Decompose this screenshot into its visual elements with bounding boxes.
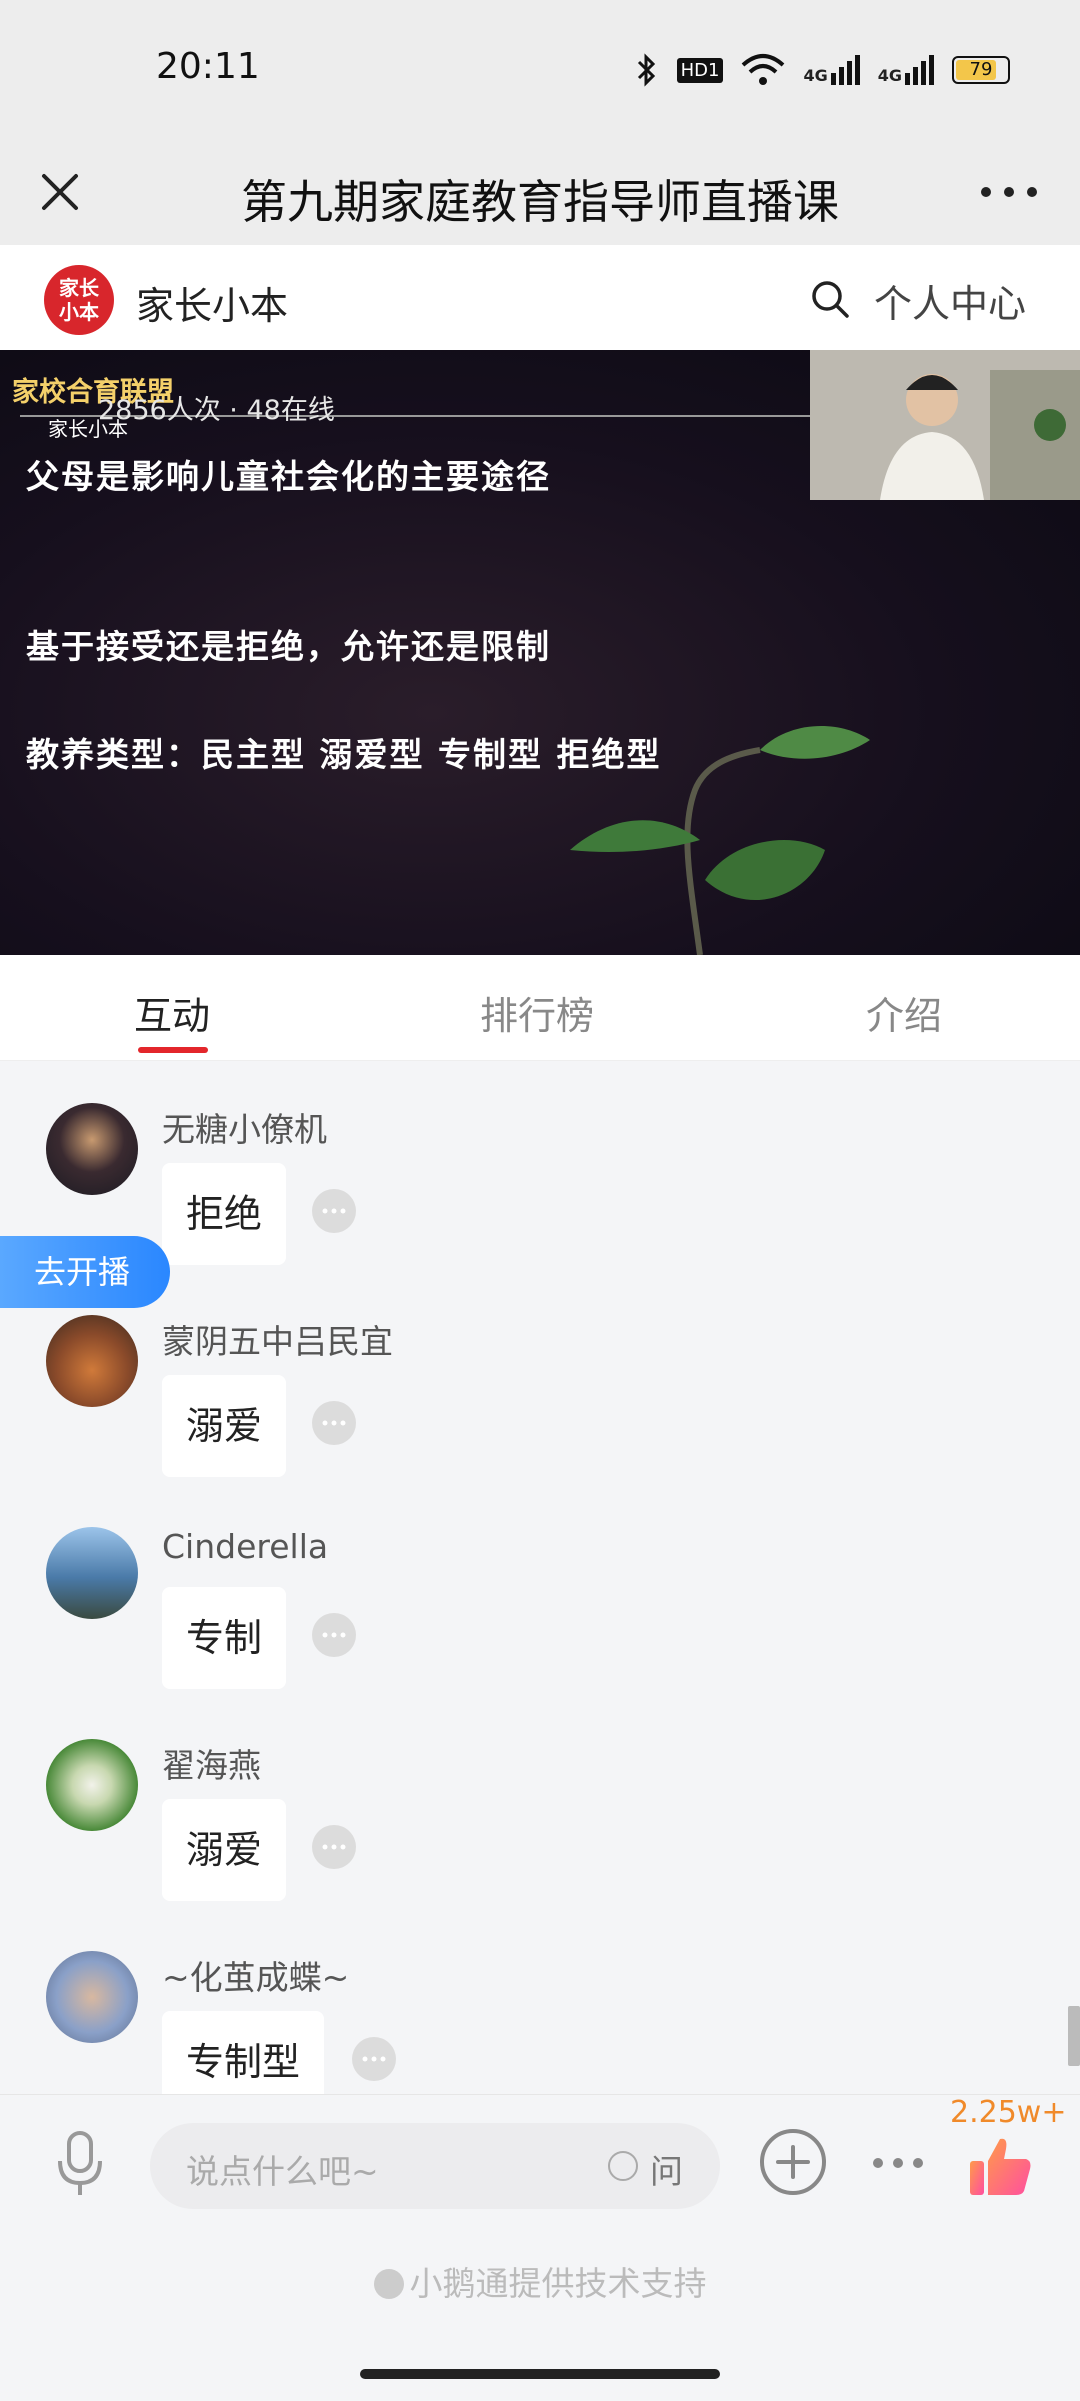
search-icon[interactable]	[808, 277, 852, 321]
status-icons: HD1 4G 4G 79	[635, 52, 1010, 88]
message-bubble[interactable]: 溺爱	[162, 1799, 287, 1901]
slide-line-1: 父母是影响儿童社会化的主要途径	[26, 457, 551, 496]
hd-badge: HD1	[676, 57, 724, 83]
brand-header: 家长 小本 家长小本 个人中心	[0, 245, 1080, 350]
tech-support-text: 小鹅通提供技术支持	[0, 2257, 1080, 2305]
bluetooth-icon	[637, 53, 655, 87]
thumbs-up-icon[interactable]	[966, 2131, 1036, 2201]
slide-line-2: 基于接受还是拒绝，允许还是限制	[26, 627, 551, 666]
chat-message: 翟海燕 溺爱	[0, 1739, 1080, 1939]
page-title: 第九期家庭教育指导师直播课	[241, 175, 839, 229]
active-tab-indicator	[138, 1047, 208, 1053]
home-indicator[interactable]	[360, 2369, 720, 2379]
microphone-icon[interactable]	[50, 2129, 110, 2199]
username: ~化茧成蝶~	[162, 1958, 350, 1997]
chat-message: 蒙阴五中吕民宜 溺爱	[0, 1315, 1080, 1515]
more-icon[interactable]	[974, 172, 1044, 212]
username: 无糖小僚机	[162, 1110, 327, 1149]
avatar[interactable]	[46, 1951, 138, 2043]
signal-icon-1: 4G	[803, 55, 860, 85]
more-options-icon[interactable]	[870, 2153, 926, 2173]
go-live-button[interactable]: 去开播	[0, 1236, 170, 1308]
scrollbar[interactable]	[1068, 2006, 1080, 2066]
xiaoetong-logo-icon	[373, 2269, 404, 2299]
battery-icon: 79	[952, 56, 1010, 84]
teacher-camera[interactable]	[810, 350, 1080, 500]
ask-question-label[interactable]: 问	[650, 2145, 683, 2193]
status-time: 20:11	[156, 46, 260, 87]
message-more-icon[interactable]	[352, 2037, 396, 2081]
avatar[interactable]	[46, 1739, 138, 1831]
status-bar: 20:11 HD1 4G 4G 79	[0, 0, 1080, 140]
message-bubble[interactable]: 专制型	[162, 2011, 325, 2094]
username: 翟海燕	[162, 1746, 261, 1785]
message-more-icon[interactable]	[312, 1825, 356, 1869]
brand-logo[interactable]: 家长 小本	[44, 265, 114, 335]
like-count: 2.25w+	[950, 2095, 1067, 2130]
message-more-icon[interactable]	[312, 1613, 356, 1657]
tab-intro[interactable]: 介绍	[866, 985, 942, 1040]
slide-line-3: 教养类型：民主型 溺爱型 专制型 拒绝型	[26, 735, 662, 774]
message-more-icon[interactable]	[312, 1189, 356, 1233]
avatar[interactable]	[46, 1103, 138, 1195]
input-placeholder: 说点什么吧~	[186, 2152, 379, 2191]
personal-center-link[interactable]: 个人中心	[874, 273, 1026, 328]
avatar[interactable]	[46, 1315, 138, 1407]
brand-name[interactable]: 家长小本	[136, 275, 288, 330]
username: 蒙阴五中吕民宜	[162, 1322, 393, 1361]
title-bar: 第九期家庭教育指导师直播课	[0, 140, 1080, 245]
chat-message: ~化茧成蝶~ 专制型	[0, 1951, 1080, 2094]
avatar[interactable]	[46, 1527, 138, 1619]
plant-image	[570, 726, 870, 955]
tab-bar: 互动 排行榜 介绍	[0, 955, 1080, 1061]
live-video-player[interactable]: 家校合育联盟 家长小本 2856人次 · 48在线 父母是影响儿童社会化的主要途…	[0, 350, 1080, 955]
message-bubble[interactable]: 拒绝	[162, 1163, 287, 1265]
teacher-figure	[810, 350, 1080, 500]
ask-question-radio[interactable]	[608, 2151, 638, 2181]
add-icon[interactable]	[758, 2127, 828, 2197]
tab-interaction[interactable]: 互动	[134, 985, 210, 1040]
tab-ranking[interactable]: 排行榜	[480, 985, 594, 1040]
signal-icon-2: 4G	[878, 55, 934, 85]
wifi-icon	[742, 54, 785, 85]
chat-message: Cinderella 专制	[0, 1527, 1080, 1727]
bottom-bar: 说点什么吧~ 问 2.25w+ 小鹅通提供技术支持	[0, 2094, 1080, 2401]
message-bubble[interactable]: 溺爱	[162, 1375, 287, 1477]
message-more-icon[interactable]	[312, 1401, 356, 1445]
viewer-count: 2856人次 · 48在线	[98, 395, 335, 426]
message-bubble[interactable]: 专制	[162, 1587, 287, 1689]
username: Cinderella	[162, 1527, 329, 1566]
comment-input[interactable]: 说点什么吧~ 问	[150, 2123, 720, 2209]
